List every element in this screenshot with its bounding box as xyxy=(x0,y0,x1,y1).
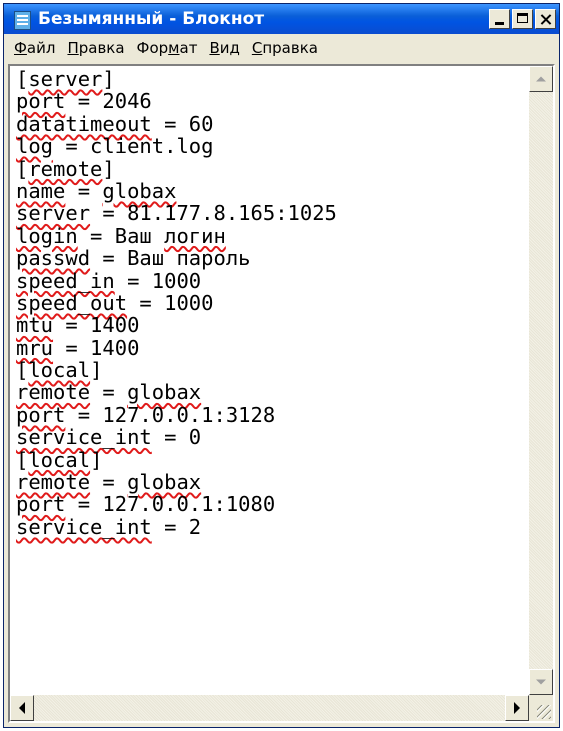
menu-bar: Файл Правка Формат Вид Справка xyxy=(4,34,559,62)
text-line: name = globax xyxy=(16,180,523,202)
text-segment: = 1400 xyxy=(53,313,140,338)
text-segment: ] xyxy=(102,156,115,181)
notepad-window: Безымянный - Блокнот Файл Правка Формат … xyxy=(3,3,560,728)
text-segment: = xyxy=(90,380,128,405)
arrow-right-icon xyxy=(514,702,520,714)
text-segment: [ xyxy=(16,358,29,383)
misspelled-word: local xyxy=(28,447,91,472)
text-segment: = Ваш xyxy=(77,223,165,248)
arrow-left-icon xyxy=(19,702,25,714)
text-line: mtu = 1400 xyxy=(16,314,523,336)
misspelled-word: name xyxy=(16,178,66,203)
text-segment: = 1400 xyxy=(53,335,140,360)
text-line: remote = globax xyxy=(16,471,523,493)
text-line: remote = globax xyxy=(16,381,523,403)
text-line: service_int = 2 xyxy=(16,516,523,538)
text-line: mru = 1400 xyxy=(16,335,523,360)
scroll-right-button[interactable] xyxy=(505,695,529,721)
arrow-down-icon xyxy=(536,679,546,685)
menu-view[interactable]: Вид xyxy=(209,39,239,57)
misspelled-word: remote xyxy=(16,380,91,405)
menu-format[interactable]: Формат xyxy=(137,39,198,57)
notepad-icon[interactable] xyxy=(12,9,32,30)
text-segment: ] xyxy=(90,358,103,383)
minimize-icon[interactable] xyxy=(489,9,510,29)
title-bar[interactable]: Безымянный - Блокнот xyxy=(4,4,559,34)
text-line: [local] xyxy=(16,359,523,381)
text-line: [local] xyxy=(16,447,523,472)
text-segment: = 2 xyxy=(151,514,202,539)
text-segment: = Ваш пароль xyxy=(90,246,251,271)
scroll-left-button[interactable] xyxy=(10,695,34,721)
text-segment: = 1000 xyxy=(127,290,214,315)
misspelled-word: port xyxy=(16,492,66,517)
text-segment: = 127.0.0.1:3128 xyxy=(65,402,276,427)
misspelled-word: remote xyxy=(28,156,103,181)
text-editor[interactable]: [server] port = 2046 datatimeout = 60 log =… xyxy=(8,64,555,723)
text-segment: = 127.0.0.1:1080 xyxy=(65,492,276,517)
text-line: log = client.log xyxy=(16,135,523,157)
text-segment: = 81.177.8.165:1025 xyxy=(90,201,337,226)
menu-help[interactable]: Справка xyxy=(252,39,318,57)
misspelled-word: globax xyxy=(102,178,177,203)
text-segment: ] xyxy=(102,68,115,91)
misspelled-word: mru xyxy=(16,335,54,360)
misspelled-word: passwd xyxy=(16,246,91,271)
text-segment: [ xyxy=(16,156,29,181)
resize-grip-icon[interactable] xyxy=(529,695,553,721)
text-segment: = 1000 xyxy=(114,268,202,293)
menu-edit[interactable]: Правка xyxy=(67,39,124,57)
scroll-down-button[interactable] xyxy=(529,669,553,695)
text-line: port = 127.0.0.1:1080 xyxy=(16,493,523,515)
misspelled-word: speed_out xyxy=(16,290,128,315)
misspelled-word: server xyxy=(28,68,103,91)
misspelled-word: speed_in xyxy=(16,268,115,293)
misspelled-word: login xyxy=(16,223,78,248)
misspelled-word: datatimeout xyxy=(16,111,152,136)
text-area[interactable]: [server] port = 2046 datatimeout = 60 log =… xyxy=(16,68,523,691)
text-line: [server] xyxy=(16,68,523,90)
window-title: Безымянный - Блокнот xyxy=(38,9,265,29)
arrow-up-icon xyxy=(536,76,546,82)
text-line: port = 2046 xyxy=(16,90,523,112)
misspelled-word: local xyxy=(28,358,91,383)
menu-file[interactable]: Файл xyxy=(14,39,55,57)
text-line: server = 81.177.8.165:1025 xyxy=(16,202,523,224)
text-segment: = xyxy=(90,470,128,495)
window-controls xyxy=(489,9,556,29)
scroll-up-button[interactable] xyxy=(529,66,553,92)
horizontal-scrollbar[interactable] xyxy=(10,695,529,721)
misspelled-word: globax xyxy=(127,470,202,495)
misspelled-word: логин xyxy=(164,223,226,248)
text-segment: = 0 xyxy=(151,425,202,450)
misspelled-word: service_int xyxy=(16,514,152,539)
text-segment: [ xyxy=(16,447,29,472)
misspelled-word: remote xyxy=(16,470,91,495)
misspelled-word: service_int xyxy=(16,425,152,450)
misspelled-word: globax xyxy=(127,380,202,405)
misspelled-word: port xyxy=(16,402,66,427)
text-segment: = 60 xyxy=(151,111,214,136)
misspelled-word: log xyxy=(16,134,54,159)
vertical-scrollbar[interactable] xyxy=(529,66,553,695)
text-line: [remote] xyxy=(16,156,523,181)
text-line: passwd = Ваш пароль xyxy=(16,247,523,269)
text-segment: [ xyxy=(16,68,29,91)
text-line: login = Ваш логин xyxy=(16,225,523,247)
text-segment: ] xyxy=(90,447,103,472)
misspelled-word: port xyxy=(16,89,66,114)
text-segment: = client.log xyxy=(53,134,214,159)
text-line: service_int = 0 xyxy=(16,426,523,448)
text-line: datatimeout = 60 xyxy=(16,113,523,135)
misspelled-word: mtu xyxy=(16,313,54,338)
text-segment: = 2046 xyxy=(65,89,152,114)
text-line: port = 127.0.0.1:3128 xyxy=(16,404,523,426)
misspelled-word: server xyxy=(16,201,91,226)
text-line: speed_out = 1000 xyxy=(16,292,523,314)
close-icon[interactable] xyxy=(535,9,556,29)
maximize-icon[interactable] xyxy=(512,9,533,29)
text-line: speed_in = 1000 xyxy=(16,268,523,293)
text-segment: = xyxy=(65,178,103,203)
